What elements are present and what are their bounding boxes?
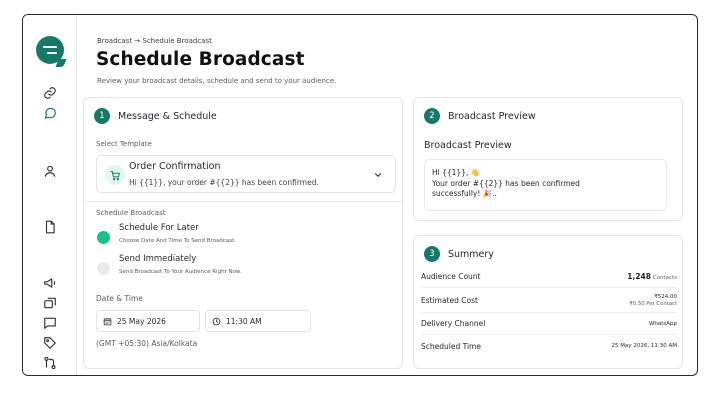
summary-card: 3 Summery Audience Count 1,248 Contacts … [413, 235, 683, 369]
summary-row-channel: Delivery Channel WhatsApp [421, 313, 677, 335]
template-name: Order Confirmation [129, 161, 221, 172]
tag-icon[interactable] [40, 333, 60, 353]
summary-key: Scheduled Time [421, 341, 481, 351]
radio-send-immediately[interactable] [97, 262, 110, 275]
flow-icon[interactable] [40, 353, 60, 373]
summary-row-cost: Estimated Cost ₹524.00 ₹0.50 Per Contact [421, 288, 677, 313]
template-select[interactable]: Order Confirmation Hi {{1}}, your order … [96, 155, 396, 193]
megaphone-icon[interactable] [40, 273, 60, 293]
preview-heading: Broadcast Preview [424, 140, 512, 151]
summary-value: 1,248 Contacts [627, 272, 677, 281]
date-input[interactable]: 25 May 2026 [96, 310, 200, 332]
summary-key: Estimated Cost [421, 295, 478, 305]
template-body: Hi {{1}}, your order #{{2}} has been con… [129, 178, 319, 187]
chevron-down-icon[interactable] [373, 170, 383, 180]
summary-row-audience: Audience Count 1,248 Contacts [421, 266, 677, 288]
scheduled-time: 25 May 2026, 11:30 AM [611, 343, 677, 349]
link-icon[interactable] [40, 83, 60, 103]
app-logo[interactable] [36, 36, 64, 64]
delivery-channel: WhatsApp [648, 320, 677, 327]
time-value: 11:30 AM [226, 316, 262, 326]
timezone-text: (GMT +05:30) Asia/Kolkata [96, 339, 198, 348]
summary-value: ₹524.00 ₹0.50 Per Contact [629, 294, 677, 307]
step-number: 3 [424, 246, 440, 262]
main-content: Broadcast → Schedule Broadcast Schedule … [77, 15, 697, 375]
preview-line: successfully! 🎉.. [432, 189, 497, 198]
message-preview-bubble: Hi {{1}}, 👋 Your order #{{2}} has been c… [424, 159, 667, 211]
schedule-label: Schedule Broadcast [96, 209, 166, 217]
broadcast-preview-card: 2 Broadcast Preview Broadcast Preview Hi… [413, 97, 683, 221]
broadcast-icon[interactable] [40, 293, 60, 313]
date-value: 25 May 2026 [117, 316, 166, 326]
logo-mark-icon [43, 46, 57, 54]
summary-row-scheduled: Scheduled Time 25 May 2026, 11:30 AM [421, 335, 677, 357]
preview-header: 2 Broadcast Preview [424, 108, 536, 124]
preview-line: Hi {{1}}, 👋 [432, 168, 481, 177]
audience-unit: Contacts [652, 275, 677, 281]
option-title: Schedule For Later [119, 223, 199, 233]
file-icon[interactable] [40, 217, 60, 237]
card-title: Message & Schedule [118, 110, 217, 122]
option-description: Choose Date And Time To Send Broadcast. [119, 238, 237, 244]
user-icon[interactable] [40, 161, 60, 181]
summary-header: 3 Summery [424, 246, 494, 262]
breadcrumb[interactable]: Broadcast → Schedule Broadcast [97, 37, 212, 45]
cart-icon [105, 165, 125, 185]
datetime-label: Date & Time [96, 294, 143, 303]
card-title: Summery [448, 248, 494, 260]
cost-per-contact: ₹0.50 Per Contact [629, 300, 677, 307]
message-schedule-card: 1 Message & Schedule Select Template Ord… [83, 97, 403, 369]
audience-count: 1,248 [627, 272, 651, 281]
option-title: Send Immediately [119, 254, 197, 264]
divider [84, 201, 402, 202]
page-subtitle: Review your broadcast details, schedule … [97, 77, 337, 85]
app-window: Broadcast → Schedule Broadcast Schedule … [22, 14, 698, 376]
step-number: 2 [424, 108, 440, 124]
summary-key: Delivery Channel [421, 319, 486, 328]
option-description: Send Broadcast To Your Audience Right No… [119, 269, 242, 275]
estimated-cost: ₹524.00 [654, 293, 677, 300]
calendar-icon [103, 317, 112, 325]
sidebar [23, 15, 77, 375]
step-number: 1 [94, 108, 110, 124]
preview-line: Your order #{{2}} has been confirmed [432, 178, 580, 188]
radio-schedule-later[interactable] [97, 231, 110, 244]
summary-key: Audience Count [421, 272, 481, 281]
chat-icon[interactable] [40, 103, 60, 123]
time-input[interactable]: 11:30 AM [205, 310, 311, 332]
clock-icon [212, 317, 221, 325]
message-schedule-header: 1 Message & Schedule [94, 108, 217, 124]
message-icon[interactable] [40, 313, 60, 333]
card-title: Broadcast Preview [448, 110, 536, 122]
page-title: Schedule Broadcast [96, 49, 305, 70]
select-template-label: Select Template [96, 140, 152, 148]
